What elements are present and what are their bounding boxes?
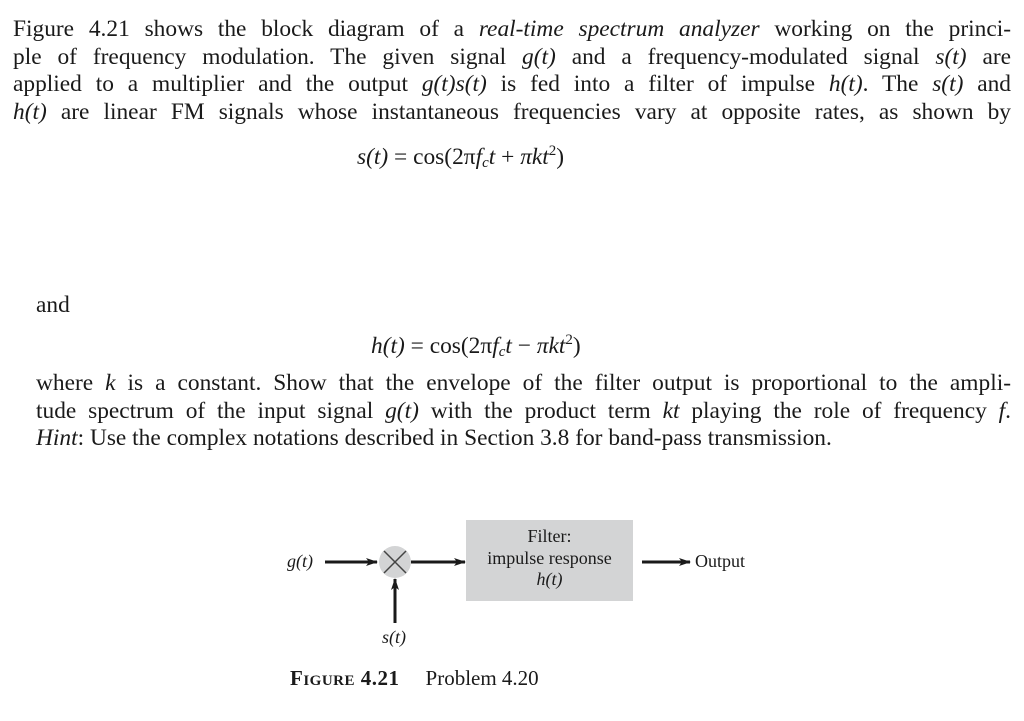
subscript: c	[482, 155, 489, 171]
equation-lhs: h(t)	[371, 333, 405, 359]
math-term: πkt	[520, 144, 549, 170]
text-line: tude spectrum of the input signal g(t) w…	[36, 398, 1011, 426]
figure-number: Figure 4.21	[290, 666, 400, 690]
emphasis-term: real-time spectrum analyzer	[478, 16, 760, 42]
text-line: Figure 4.21 shows the block diagram of a…	[13, 16, 1011, 44]
text-run: Figure 4.21 shows the block diagram of a	[13, 16, 479, 42]
math-symbol: h(t)	[828, 71, 863, 98]
hint-label: Hint	[36, 425, 78, 452]
text-run: : Use the complex notations described in…	[77, 425, 832, 452]
text-run: working on the princi-	[759, 16, 1011, 42]
text-run: playing the role of frequency	[679, 397, 999, 424]
equals-sign: =	[394, 144, 408, 170]
equation-function: cos(2π	[413, 144, 476, 170]
math-symbol: g(t)	[385, 397, 419, 424]
close-paren: )	[572, 333, 581, 359]
math-symbol: h(t)	[13, 98, 47, 125]
text-run: .	[1005, 397, 1011, 424]
filter-subtitle: impulse response	[487, 547, 612, 568]
output-label: Output	[695, 551, 746, 571]
text-run: are	[966, 43, 1011, 70]
text-run: is a constant. Show that the envelope of…	[115, 370, 1011, 396]
operator: +	[501, 144, 515, 170]
text-line: applied to a multiplier and the output g…	[13, 71, 1011, 99]
math-symbol: kt	[662, 397, 680, 424]
equation-lhs: s(t)	[357, 144, 389, 170]
second-input-signal-label: s(t)	[382, 627, 406, 648]
problem-paragraph-task: where k is a constant. Show that the env…	[36, 370, 1011, 453]
filter-label: Filter: impulse response h(t)	[466, 526, 633, 591]
math-term: πkt	[536, 333, 566, 359]
math-symbol: g(t)	[287, 551, 313, 571]
text-run: applied to a multiplier and the output	[13, 71, 422, 98]
text-line: where k is a constant. Show that the env…	[36, 370, 1011, 398]
multiplier-icon	[379, 546, 411, 578]
math-symbol: g(t)s(t)	[421, 71, 487, 98]
text-line: ple of frequency modulation. The given s…	[13, 44, 1011, 72]
math-symbol: k	[105, 370, 116, 396]
equation-s-of-t: s(t) = cos(2πfct + πkt2)	[357, 144, 564, 171]
filter-title: Filter:	[527, 526, 572, 546]
connector-word: and	[36, 292, 70, 318]
math-symbol: t	[488, 144, 496, 170]
equation-function: cos(2π	[429, 333, 493, 359]
text-run: and	[963, 71, 1012, 98]
text-run: . The	[862, 71, 933, 98]
text-run: is fed into a filter of impulse	[486, 71, 829, 98]
text-run: where	[36, 370, 106, 396]
input-signal-label: g(t)	[287, 551, 313, 572]
operator: −	[517, 333, 531, 359]
text-run: and a frequency-modulated signal	[555, 43, 936, 70]
math-symbol: s(t)	[932, 71, 964, 98]
figure-title: Problem 4.20	[425, 666, 539, 690]
problem-paragraph-intro: Figure 4.21 shows the block diagram of a…	[13, 16, 1011, 126]
superscript: 2	[565, 332, 573, 348]
math-symbol: s(t)	[935, 43, 967, 70]
text-run: are linear FM signals whose instantaneou…	[46, 98, 1011, 125]
text-line: h(t) are linear FM signals whose instant…	[13, 99, 1011, 127]
text-run: ple of frequency modulation. The given s…	[13, 43, 523, 70]
math-symbol: h(t)	[536, 569, 563, 589]
math-symbol: t	[505, 333, 512, 359]
equals-sign: =	[410, 333, 424, 359]
equation-h-of-t: h(t) = cos(2πfct − πkt2)	[371, 333, 581, 360]
math-symbol: g(t)	[522, 43, 556, 70]
text-run: tude spectrum of the input signal	[36, 397, 386, 424]
filter-impulse-symbol: h(t)	[466, 569, 633, 591]
text-run: with the product term	[418, 397, 663, 424]
math-symbol: s(t)	[382, 627, 406, 647]
text-line: Hint: Use the complex notations describe…	[36, 425, 1011, 453]
figure-caption: Figure 4.21 Problem 4.20	[290, 666, 539, 691]
close-paren: )	[556, 144, 565, 170]
